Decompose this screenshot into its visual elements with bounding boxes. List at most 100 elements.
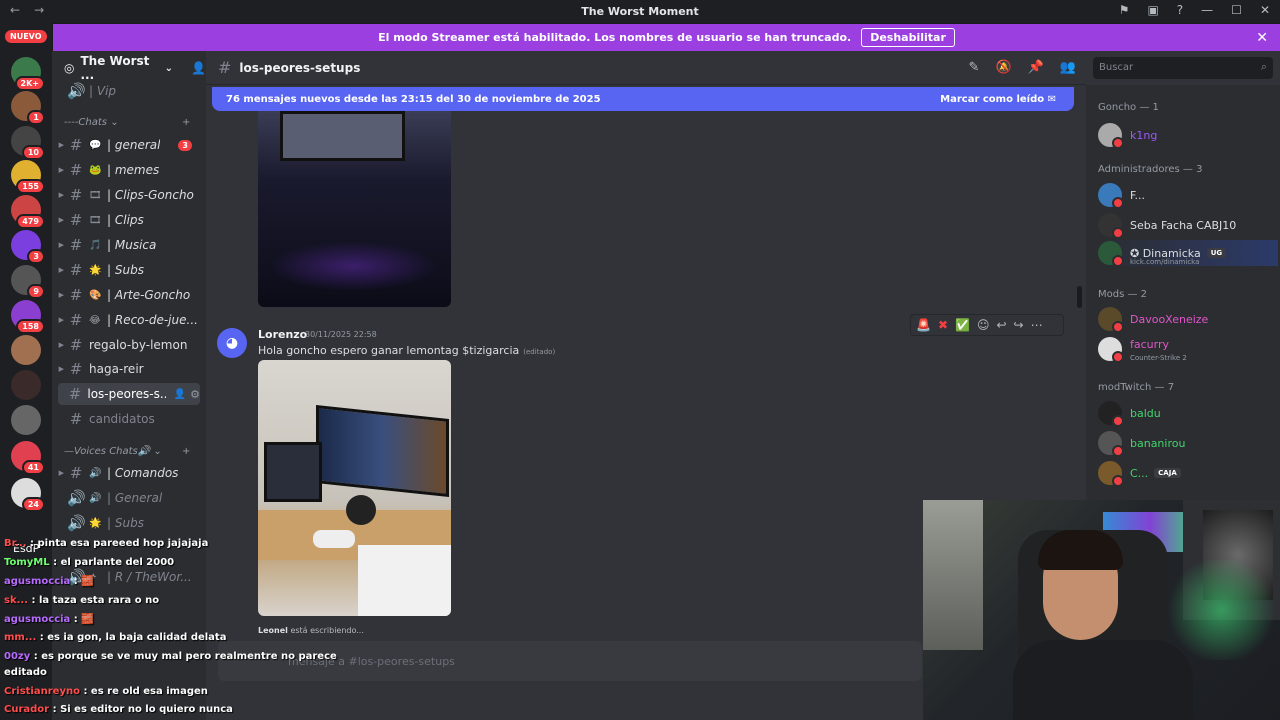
voice-icon: 🔊 <box>67 82 86 100</box>
controller-shape <box>313 530 355 548</box>
check-reaction-icon[interactable]: ✅ <box>955 318 970 332</box>
category-voices[interactable]: —Voices Chats🔊 ⌄ + <box>64 446 190 457</box>
x-reaction-icon[interactable]: ✖ <box>938 318 948 332</box>
server-icon[interactable]: 41 <box>11 441 45 475</box>
monitor-shape <box>316 405 449 497</box>
person-hair <box>1038 530 1123 570</box>
green-light <box>1163 560 1280 660</box>
window-title: The Worst Moment <box>581 5 699 18</box>
server-icon[interactable] <box>11 405 41 435</box>
member-group-title: Goncho — 1 <box>1098 102 1159 113</box>
channel-subs[interactable]: ▶ # 🌟 | Subs <box>52 259 206 281</box>
add-channel-icon[interactable]: + <box>182 446 190 457</box>
voice-channel-general[interactable]: 🔊 🔊 | General <box>52 487 206 509</box>
siren-reaction-icon[interactable]: 🚨 <box>916 318 931 332</box>
chat-line: sk... : la taza esta rara o no <box>4 595 160 606</box>
channel-memes[interactable]: ▶ # 🐸 | memes <box>52 159 206 181</box>
window-controls: ⚑ ▣ ? — ☐ ✕ <box>1119 3 1270 17</box>
forward-icon[interactable]: ↪ <box>1014 318 1024 332</box>
channel-clips-goncho[interactable]: ▶ # 🎞 | Clips-Goncho <box>52 184 206 206</box>
member-item[interactable]: bananirou <box>1098 430 1278 457</box>
scrollbar[interactable] <box>1077 286 1082 308</box>
server-icon[interactable]: 158 <box>11 300 45 334</box>
channel-arte-goncho[interactable]: ▶ # 🎨 | Arte-Goncho <box>52 284 206 306</box>
add-reaction-icon[interactable]: ☺ <box>977 318 990 332</box>
message-author[interactable]: Lorenzo <box>258 328 307 341</box>
header-toolbar: ✎ 🔕 📌 👥 <box>969 60 1076 75</box>
person-body <box>1013 640 1193 720</box>
message-timestamp: 30/11/2025 22:58 <box>305 330 377 339</box>
add-user-icon[interactable]: 👤 <box>191 61 206 75</box>
channel-regalo-by-lemon[interactable]: ▶ # regalo-by-lemon <box>52 334 206 356</box>
add-channel-icon[interactable]: + <box>182 117 190 128</box>
avatar <box>1098 401 1124 427</box>
unread-badge: 3 <box>178 139 192 151</box>
help-icon[interactable]: ? <box>1177 3 1183 17</box>
close-window-icon[interactable]: ✕ <box>1260 3 1270 17</box>
mute-icon[interactable]: 🔕 <box>995 60 1011 75</box>
channel-general[interactable]: ▶ # 💬 | general 3 <box>52 134 206 156</box>
member-item[interactable]: C... CAJA <box>1098 460 1278 487</box>
channel-candidatos[interactable]: # candidatos <box>52 408 206 430</box>
server-icon[interactable]: 2K+ <box>11 57 45 91</box>
server-icon[interactable]: 1 <box>11 91 45 125</box>
server-logo-icon: ◎ <box>64 61 75 75</box>
chat-line: Cristianreyno : es re old esa imagen <box>4 686 208 697</box>
nuevo-badge: NUEVO <box>5 30 47 43</box>
inbox-icon[interactable]: ⚑ <box>1119 3 1130 17</box>
reply-icon[interactable]: ↩ <box>996 318 1006 332</box>
disable-streamer-button[interactable]: Deshabilitar <box>861 28 955 47</box>
search-icon: ⌕ <box>1260 60 1267 73</box>
channel-reco-de-juegos[interactable]: ▶ # 😂 | Reco-de-jue... <box>52 309 206 331</box>
more-icon[interactable]: ⋯ <box>1031 318 1043 332</box>
category-chats[interactable]: ----Chats ⌄ + <box>64 117 190 128</box>
avatar <box>1098 307 1124 333</box>
attachment-image[interactable] <box>258 111 451 307</box>
member-item[interactable]: Seba Facha CABJ10 <box>1098 212 1278 239</box>
add-member-icon[interactable]: 👤 <box>174 389 186 400</box>
member-item[interactable]: facurry Counter-Strike 2 <box>1098 336 1278 363</box>
pin-icon[interactable]: 📌 <box>1028 60 1044 75</box>
gear-icon[interactable]: ⚙ <box>190 388 200 401</box>
screen-icon[interactable]: ▣ <box>1147 3 1158 17</box>
mark-as-read-button[interactable]: Marcar como leído ✉ <box>940 94 1056 105</box>
server-icon[interactable]: 3 <box>11 230 45 264</box>
channel-vip[interactable]: 🔊 | Vip <box>52 80 206 102</box>
member-item[interactable]: baldu <box>1098 400 1278 427</box>
server-icon[interactable]: 479 <box>11 195 45 229</box>
member-status: kick.com/dinamicka <box>1130 258 1200 266</box>
server-icon[interactable]: 10 <box>11 126 45 160</box>
channel-musica[interactable]: ▶ # 🎵 | Musica <box>52 234 206 256</box>
channel-comandos[interactable]: ▶ # 🔊 | Comandos <box>52 462 206 484</box>
new-messages-bar[interactable]: 76 mensajes nuevos desde las 23:15 del 3… <box>212 87 1074 111</box>
member-item[interactable]: k1ng <box>1098 122 1278 149</box>
channel-title: los-peores-setups <box>239 60 361 75</box>
channel-clips[interactable]: ▶ # 🎞 | Clips <box>52 209 206 231</box>
members-icon[interactable]: 👥 <box>1060 60 1076 75</box>
chat-line: mm... : es ia gon, la baja calidad delat… <box>4 632 227 643</box>
member-item[interactable]: DavooXeneize <box>1098 306 1278 333</box>
channel-los-peores-setups[interactable]: # los-peores-s... 👤 ⚙ <box>58 383 200 405</box>
avatar[interactable]: ◕ <box>217 328 247 358</box>
server-icon[interactable]: 24 <box>11 478 45 512</box>
streamer-banner-text: El modo Streamer está habilitado. Los no… <box>378 31 852 44</box>
close-banner-icon[interactable]: ✕ <box>1256 30 1268 46</box>
channel-haga-reir[interactable]: ▶ # haga-reir <box>52 358 206 380</box>
server-icon[interactable] <box>11 370 41 400</box>
server-icon[interactable]: 9 <box>11 265 45 299</box>
search-input[interactable]: Buscar ⌕ <box>1093 57 1273 79</box>
chat-line: agusmoccia : 🧱 <box>4 614 94 625</box>
channel-header: # los-peores-setups ✎ 🔕 📌 👥 <box>206 51 1086 85</box>
threads-icon[interactable]: ✎ <box>969 60 980 75</box>
avatar <box>1098 183 1124 209</box>
minimize-icon[interactable]: — <box>1201 3 1213 17</box>
server-icon[interactable] <box>11 335 41 365</box>
maximize-icon[interactable]: ☐ <box>1231 3 1242 17</box>
member-item[interactable]: F... <box>1098 182 1278 209</box>
voice-channel-subs[interactable]: 🔊 🌟 | Subs <box>52 512 206 534</box>
title-bar: ← → The Worst Moment ⚑ ▣ ? — ☐ ✕ <box>0 0 1280 23</box>
chevron-down-icon: ⌄ <box>164 62 174 74</box>
chevron-down-icon: ⌄ <box>153 446 162 457</box>
member-item[interactable]: ✪ Dinamicka UG kick.com/dinamicka <box>1098 240 1278 267</box>
server-icon[interactable]: 155 <box>11 160 45 194</box>
